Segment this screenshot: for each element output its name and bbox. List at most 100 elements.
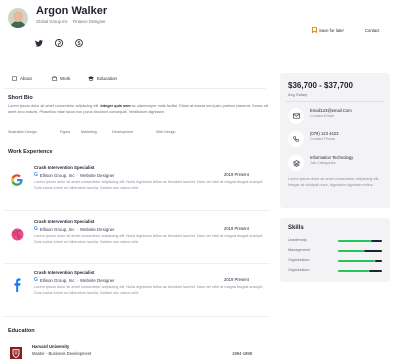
contact-phone-row[interactable]: (079) 123 4423 Contact Phone <box>288 129 384 149</box>
job-item: Crash Intervention Specialist G Ellison … <box>0 219 270 269</box>
job-meta: G Ellison Group, Inc · Website Designer <box>34 172 115 178</box>
skill-bar-fill <box>338 260 376 262</box>
tag-illustration[interactable]: Illustration Design <box>8 130 37 134</box>
contact-button[interactable]: Contact <box>365 26 379 34</box>
contact-email-row[interactable]: Email123@email.Com Contact Email <box>288 106 384 126</box>
phone-value: (079) 123 4423 <box>310 131 339 136</box>
salary-range: $36,700 - $37,700 <box>288 81 353 90</box>
user-icon <box>12 75 17 81</box>
skill-bar <box>338 250 382 252</box>
job-meta: G Ellison Group, Inc · Website Designer <box>34 226 115 232</box>
skill-row: Organization <box>288 268 382 274</box>
category-label: Job Categories <box>310 161 336 165</box>
skill-label: Management <box>288 248 311 252</box>
briefcase-icon <box>52 75 57 81</box>
tag-figma[interactable]: Figma <box>60 130 70 134</box>
work-title: Work Experience <box>8 149 53 155</box>
meta-separator: · <box>76 277 79 283</box>
degree-label: Master - Business Development <box>32 351 92 356</box>
divider <box>4 316 270 317</box>
skill-bar-marker <box>364 250 382 252</box>
job-description: Lorem ipsum dolor sit amet consectetur a… <box>34 285 264 295</box>
phone-icon <box>288 131 304 147</box>
phone-label: Contact Phone <box>310 137 336 141</box>
bio-title: Short Bio <box>8 95 33 101</box>
skill-row: Management <box>288 248 382 254</box>
skills-card: Skills Leadership Management Organizatio… <box>280 218 390 282</box>
meta-separator: · <box>76 172 79 178</box>
bio-text-highlight: Integer quis sem <box>100 104 131 108</box>
tag-development[interactable]: Development <box>112 130 133 134</box>
job-company: Ellison Group, Inc <box>39 172 75 178</box>
tab-divider <box>4 88 266 89</box>
skill-label: Leadership <box>288 238 307 242</box>
job-item: Crash Intervention Specialist G Ellison … <box>0 270 270 320</box>
skill-bar-fill <box>338 250 365 252</box>
job-title: Crash Intervention Specialist <box>34 270 95 275</box>
facebook-logo <box>10 278 24 292</box>
bio-text-start: Lorem ipsum dolor sit amet consectetur a… <box>8 104 101 108</box>
company-icon: G <box>34 226 38 232</box>
job-info-card: $36,700 - $37,700 Avg Salary Email123@em… <box>280 73 390 208</box>
job-description: Lorem ipsum dolor sit amet consectetur a… <box>34 180 264 190</box>
card-divider <box>286 101 384 102</box>
google-logo <box>10 173 24 187</box>
tab-about[interactable]: About <box>12 73 32 83</box>
profile-meta: Global Group Inc Finance Designer <box>36 19 110 24</box>
avatar <box>8 8 28 28</box>
skype-icon[interactable] <box>74 38 84 48</box>
tag-web-design[interactable]: Web Design <box>156 130 176 134</box>
skill-bar <box>338 260 382 262</box>
skill-bar-marker <box>368 270 382 272</box>
job-role: Website Designer <box>80 226 115 232</box>
profile-header: Argon Walker Global Group Inc Finance De… <box>0 0 400 62</box>
harvard-logo <box>10 347 22 359</box>
tab-education[interactable]: Education <box>88 73 117 83</box>
school-name: Harvard University <box>32 344 70 349</box>
contact-label: Contact <box>365 27 380 33</box>
bookmark-icon <box>312 27 317 33</box>
divider <box>4 210 270 211</box>
education-date: 1994-1998 <box>232 351 253 356</box>
email-label: Contact Email <box>310 114 334 118</box>
tag-marketing[interactable]: Marketing <box>81 130 97 134</box>
mail-icon <box>288 108 304 124</box>
twitter-icon[interactable] <box>34 38 44 48</box>
bio-text: Lorem ipsum dolor sit amet consectetur a… <box>8 104 270 115</box>
category-value: Information Technology <box>310 155 354 160</box>
skill-bar-fill <box>338 270 369 272</box>
tab-about-label: About <box>20 75 32 81</box>
job-date: 2019 Present <box>224 277 249 282</box>
job-description: Lorem ipsum dolor sit amet consectetur a… <box>34 234 264 244</box>
tab-work[interactable]: Work <box>52 73 70 83</box>
salary-label: Avg Salary <box>288 92 308 97</box>
dribbble-logo <box>10 227 24 241</box>
skill-label: Organization <box>288 268 310 272</box>
save-for-later-label: Save for later <box>319 27 344 33</box>
divider <box>4 263 270 264</box>
save-for-later-button[interactable]: Save for later <box>312 26 344 34</box>
job-category-row: Information Technology Job Categories <box>288 153 384 173</box>
skill-row: Organization <box>288 258 382 264</box>
job-date: 2019 Present <box>224 226 249 231</box>
job-meta: G Ellison Group, Inc · Website Designer <box>34 277 115 283</box>
job-title: Crash Intervention Specialist <box>34 165 95 170</box>
skill-bar-fill <box>338 240 371 242</box>
profile-name: Argon Walker <box>36 5 108 17</box>
job-item: Crash Intervention Specialist G Ellison … <box>0 165 270 215</box>
job-company: Ellison Group, Inc <box>39 277 75 283</box>
email-value: Email123@email.Com <box>310 108 352 113</box>
skill-row: Leadership <box>288 238 382 244</box>
meta-separator: · <box>76 226 79 232</box>
company-icon: G <box>34 172 38 178</box>
job-role: Website Designer <box>80 277 115 283</box>
tab-work-label: Work <box>60 75 71 81</box>
company-label: Global Group Inc <box>36 19 68 24</box>
education-title: Education <box>8 328 35 334</box>
graduation-icon <box>88 75 94 81</box>
tab-education-label: Education <box>97 75 118 81</box>
job-title: Crash Intervention Specialist <box>34 219 95 224</box>
skill-bar <box>338 270 382 272</box>
pinterest-icon[interactable] <box>54 38 64 48</box>
job-role: Website Designer <box>80 172 115 178</box>
